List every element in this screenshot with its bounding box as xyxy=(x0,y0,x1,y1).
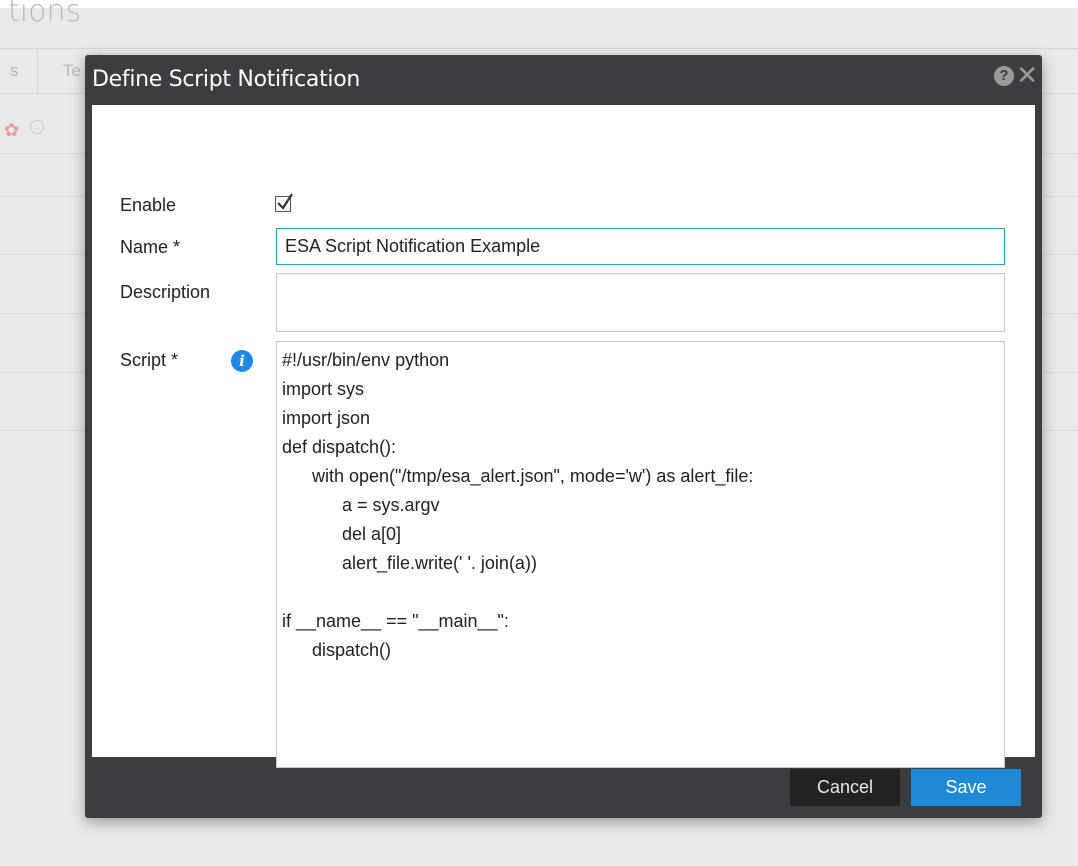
enable-checkbox[interactable] xyxy=(275,193,293,212)
question-circle-icon[interactable]: ? xyxy=(994,66,1014,86)
save-button[interactable]: Save xyxy=(911,769,1021,806)
checkmark-icon xyxy=(277,193,293,210)
description-label: Description xyxy=(120,282,211,302)
script-textarea[interactable]: #!/usr/bin/env python import sys import … xyxy=(276,341,1005,768)
dialog-title: Define Script Notification xyxy=(92,67,361,92)
name-label: Name * xyxy=(120,237,181,257)
info-icon[interactable]: i xyxy=(231,350,253,372)
cancel-button[interactable]: Cancel xyxy=(790,769,900,806)
chevron-down-icon[interactable]: ⌄ xyxy=(30,120,44,134)
background-tab-1[interactable]: s xyxy=(0,49,38,93)
script-label: Script * xyxy=(120,350,179,370)
description-textarea[interactable] xyxy=(276,273,1005,332)
dialog-body: Enable Name * ESA Script Notification Ex… xyxy=(92,105,1035,768)
name-input[interactable]: ESA Script Notification Example xyxy=(276,228,1005,265)
background-page-title: tions xyxy=(8,0,82,29)
define-script-notification-dialog: Define Script Notification ? ✕ Enable Na… xyxy=(85,55,1042,818)
gear-icon[interactable]: ✿ xyxy=(4,120,19,141)
enable-label: Enable xyxy=(120,195,177,215)
close-icon[interactable]: ✕ xyxy=(1016,61,1038,89)
